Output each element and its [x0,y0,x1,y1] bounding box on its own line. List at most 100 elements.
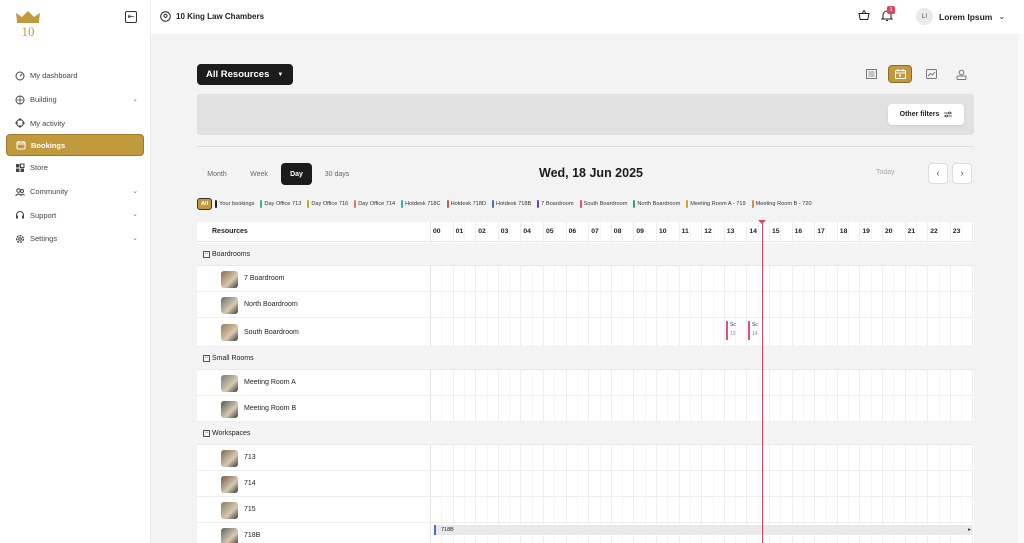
community-icon [14,186,25,197]
event-color-bar [748,321,750,340]
notifications-button[interactable]: 1 [881,6,895,22]
crown-logo[interactable]: 10 [14,8,42,38]
resource-row[interactable]: 714 [197,471,974,497]
tab-month[interactable]: Month [199,163,235,185]
hour-label: 22 [930,228,938,235]
resource-row[interactable]: 7 Boardroom [197,266,974,292]
resource-name: 7 Boardroom [244,275,285,282]
legend-color-bar [446,199,449,208]
calendar-icon [15,140,26,151]
resource-row[interactable]: 713 [197,445,974,471]
support-icon [14,210,25,221]
legend-filter-item[interactable]: Meeting Room A - 719 [686,199,746,208]
legend-filter-item[interactable]: Meeting Room B - 720 [751,199,812,208]
legend-filter-item[interactable]: North Boardroom [633,199,681,208]
legend-label: Hotdesk 718C [405,200,441,207]
location-selector[interactable]: 10 King Law Chambers [160,11,264,22]
sidebar-item-bookings[interactable]: Bookings [6,134,144,157]
resource-thumbnail [221,374,238,392]
booking-event[interactable]: Sc 13 [726,321,738,341]
resource-name: 718B [244,532,261,539]
sidebar-item-settings[interactable]: Settings ⌄ [6,227,144,251]
other-filters-button[interactable]: Other filters [888,104,964,125]
current-time-line [762,222,763,543]
collapse-group-icon[interactable]: − [203,430,210,437]
legend-filter-item[interactable]: Day Office 716 [307,199,348,208]
resource-thumbnail [221,527,238,543]
booking-event[interactable]: Sc 14 [748,321,760,341]
resource-thumbnail [221,296,238,314]
logo-text: 10 [22,24,35,38]
tab-day[interactable]: Day [281,163,312,185]
timeline-view-button[interactable] [919,65,943,83]
other-filters-label: Other filters [899,111,940,118]
tab-30-days[interactable]: 30 days [317,163,357,185]
legend-label: Day Office 714 [358,200,396,207]
resource-legend: All Your bookings Day Office 713 Day Office… [197,197,818,210]
user-icon [956,69,966,80]
collapse-group-icon[interactable]: − [203,251,210,258]
sidebar-item-store[interactable]: Store [6,156,144,180]
legend-filter-item[interactable]: Day Office 713 [260,199,301,208]
legend-filter-item[interactable]: 7 Boardroom [537,199,574,208]
hour-label: 15 [772,228,780,235]
legend-color-bar [215,199,218,208]
user-view-button[interactable] [949,65,973,83]
resource-row[interactable]: Meeting Room B [197,396,974,422]
legend-color-bar [401,199,404,208]
legend-color-bar [537,199,540,208]
resource-row[interactable]: 715 [197,497,974,523]
resource-thumbnail [221,449,238,467]
dashboard-icon [14,70,25,81]
sidebar-item-community[interactable]: Community ⌄ [6,180,144,204]
resource-thumbnail [221,400,238,418]
resource-row[interactable]: Meeting Room A [197,370,974,396]
sidebar-item-label: My dashboard [30,71,78,81]
today-button[interactable]: Today [876,169,895,176]
collapse-sidebar-icon[interactable]: ⇤ [125,11,137,23]
resource-select[interactable]: All Resources ▼ [197,64,293,85]
legend-filter-item[interactable]: Hotdesk 718C [401,199,441,208]
basket-button[interactable] [858,9,870,21]
resource-group-label: Workspaces [212,430,251,437]
top-bar: 10 King Law Chambers 1 LI Lorem Ipsum ⌄ [151,0,1024,34]
resource-group-label: Small Rooms [212,355,254,362]
next-day-button[interactable]: › [952,163,972,184]
legend-filter-all[interactable]: All [197,197,213,210]
resource-name: Meeting Room A [244,379,296,386]
legend-color-bar [579,199,582,208]
list-view-button[interactable] [859,65,883,83]
resource-group-row: − Boardrooms [197,243,974,266]
legend-filter-item[interactable]: South Boardroom [579,199,627,208]
hour-label: 23 [952,228,961,235]
continues-right-icon: ▸ [968,527,971,533]
sidebar-item-my-dashboard[interactable]: My dashboard [6,64,144,88]
prev-day-button[interactable]: ‹ [928,163,948,184]
legend-filter-item[interactable]: Hotdesk 718B [492,199,531,208]
legend-filter-item[interactable]: Your bookings [215,199,254,208]
resource-thumbnail [221,270,238,288]
hour-label: 18 [839,228,848,235]
hour-label: 07 [591,228,599,235]
user-menu[interactable]: LI Lorem Ipsum ⌄ [916,8,1005,25]
tab-week[interactable]: Week [241,163,277,185]
resource-select-label: All Resources [206,69,270,80]
legend-filter-item[interactable]: Day Office 714 [354,199,396,208]
resource-name: 713 [244,454,256,461]
scheduler-grid: Resources 00 01 02 03 04 05 06 07 08 09 10 11 12 13 14… [197,222,974,543]
legend-filter-item[interactable]: Hotdesk 718D [446,199,486,208]
sidebar-item-label: Store [30,163,48,173]
booking-event[interactable]: 718B ▸ [434,525,972,535]
sidebar-item-my-activity[interactable]: My activity [6,111,144,135]
calendar-view-button[interactable] [888,65,912,83]
sidebar-item-support[interactable]: Support ⌄ [6,203,144,227]
legend-label: North Boardroom [637,200,681,207]
legend-label: 7 Boardroom [541,200,574,207]
scrollbar[interactable] [1018,34,1024,543]
resource-row[interactable]: South Boardroom [197,318,974,347]
resource-row[interactable]: North Boardroom [197,292,974,318]
collapse-group-icon[interactable]: − [203,355,210,362]
sidebar-item-building[interactable]: Building ⌄ [6,88,144,112]
hour-label: 00 [433,228,441,235]
chevron-down-icon: ⌄ [132,211,138,219]
